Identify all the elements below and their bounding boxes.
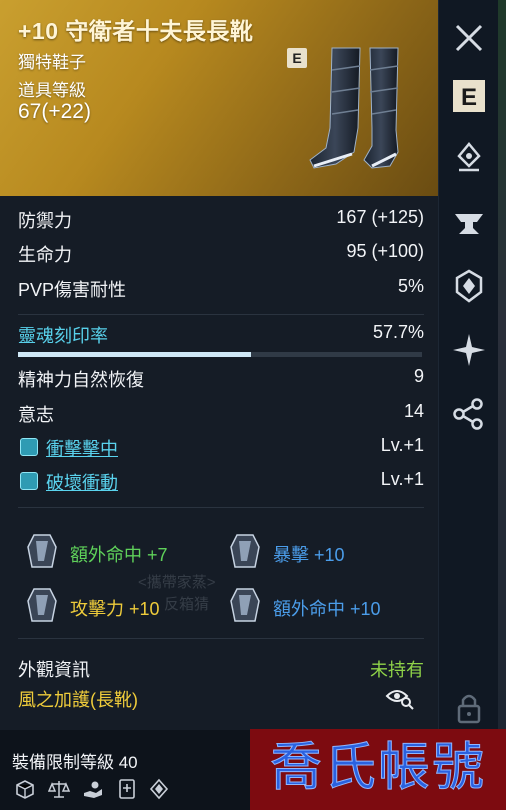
stat-value: 14 bbox=[403, 401, 424, 421]
stat-value: 9 bbox=[413, 366, 424, 386]
skill-icon bbox=[20, 472, 38, 490]
stat-row-hp: 生命力 95 (+100) bbox=[18, 241, 424, 269]
trade-hand-icon bbox=[84, 781, 102, 798]
knight-gem-icon bbox=[230, 534, 260, 568]
stat-label: 防禦力 bbox=[18, 211, 72, 231]
crest-shield-icon[interactable] bbox=[451, 268, 487, 304]
stat-label: 精神力自然恢復 bbox=[18, 370, 144, 390]
bonus-text: 攻擊力 +10 bbox=[70, 599, 160, 619]
stat-row-pvp-resist: PVP傷害耐性 5% bbox=[18, 276, 424, 304]
account-watermark-stamp: 喬氏帳號 bbox=[250, 729, 506, 810]
knight-gem-icon bbox=[230, 588, 260, 622]
lock-icon[interactable] bbox=[451, 690, 487, 726]
sparkle-icon[interactable] bbox=[451, 332, 487, 368]
skill-link[interactable]: 衝擊擊中 bbox=[46, 435, 118, 461]
anvil-icon[interactable] bbox=[451, 204, 487, 240]
engrave-e-icon[interactable]: E bbox=[453, 80, 485, 112]
soul-imprint-label: 靈魂刻印率 bbox=[18, 326, 108, 346]
boots-image bbox=[309, 47, 399, 169]
appearance-status: 未持有 bbox=[370, 660, 424, 680]
stat-row-spirit-regen: 精神力自然恢復 9 bbox=[18, 366, 424, 394]
share-icon[interactable] bbox=[451, 396, 487, 432]
appearance-label: 外觀資訊 bbox=[18, 660, 90, 680]
bonus-extra-hit: 額外命中 +7 bbox=[22, 531, 222, 571]
stat-value: 167 (+125) bbox=[336, 207, 424, 227]
bonus-extra-hit-2: 額外命中 +10 bbox=[225, 585, 425, 625]
bonus-attack: 攻擊力 +10 bbox=[22, 585, 222, 625]
background-strip bbox=[498, 0, 506, 810]
skill-icon bbox=[20, 438, 38, 456]
book-icon bbox=[119, 779, 135, 799]
stat-row-defense: 防禦力 167 (+125) bbox=[18, 207, 424, 235]
skill-row-destruction-impulse[interactable]: 破壞衝動 Lv.+1 bbox=[18, 469, 424, 497]
stat-label: PVP傷害耐性 bbox=[18, 280, 127, 300]
skill-link[interactable]: 破壞衝動 bbox=[46, 469, 118, 495]
knight-gem-icon bbox=[27, 588, 57, 622]
bonus-text: 暴擊 +10 bbox=[273, 545, 345, 565]
bonus-crit: 暴擊 +10 bbox=[225, 531, 425, 571]
appearance-item-name: 風之加護(長靴) bbox=[18, 690, 138, 710]
scale-icon bbox=[48, 781, 70, 798]
soul-imprint-row: 靈魂刻印率 57.7% bbox=[18, 322, 424, 350]
item-title: +10 守衛者十夫長長靴 bbox=[18, 18, 254, 44]
equip-limit-level: 裝備限制等級 40 bbox=[12, 753, 138, 772]
stat-label: 生命力 bbox=[18, 245, 72, 265]
item-tooltip-panel: +10 守衛者十夫長長靴 獨特鞋子 道具等級 67(+22) E 防禦力 167… bbox=[0, 0, 438, 810]
item-header: +10 守衛者十夫長長靴 獨特鞋子 道具等級 67(+22) E bbox=[0, 0, 438, 196]
bonus-text: 額外命中 +10 bbox=[273, 599, 381, 619]
crystal-icon bbox=[149, 778, 169, 800]
item-level-value: 67(+22) bbox=[18, 100, 91, 123]
skill-level: Lv.+1 bbox=[380, 469, 424, 489]
item-level-label: 道具等級 bbox=[18, 81, 86, 100]
soul-imprint-value: 57.7% bbox=[372, 322, 424, 342]
skill-row-impact-hit[interactable]: 衝擊擊中 Lv.+1 bbox=[18, 435, 424, 463]
divider bbox=[18, 314, 424, 315]
stat-value: 95 (+100) bbox=[346, 241, 424, 261]
stat-label: 意志 bbox=[18, 405, 54, 425]
close-icon[interactable] bbox=[451, 20, 487, 56]
divider bbox=[18, 507, 424, 508]
location-pin-icon[interactable] bbox=[451, 140, 487, 176]
skill-level: Lv.+1 bbox=[380, 435, 424, 455]
knight-gem-icon bbox=[27, 534, 57, 568]
soul-imprint-bar-fill bbox=[18, 352, 252, 357]
divider bbox=[18, 638, 424, 639]
bonus-text: 額外命中 +7 bbox=[70, 545, 168, 565]
package-icon bbox=[16, 780, 34, 799]
right-sidebar: E bbox=[438, 0, 498, 810]
soul-imprint-bar bbox=[18, 352, 422, 357]
stamp-text: 喬氏帳號 bbox=[269, 738, 486, 799]
eye-search-icon[interactable] bbox=[385, 686, 415, 710]
stat-value: 5% bbox=[397, 276, 424, 296]
item-type: 獨特鞋子 bbox=[18, 53, 86, 72]
stat-row-will: 意志 14 bbox=[18, 401, 424, 429]
